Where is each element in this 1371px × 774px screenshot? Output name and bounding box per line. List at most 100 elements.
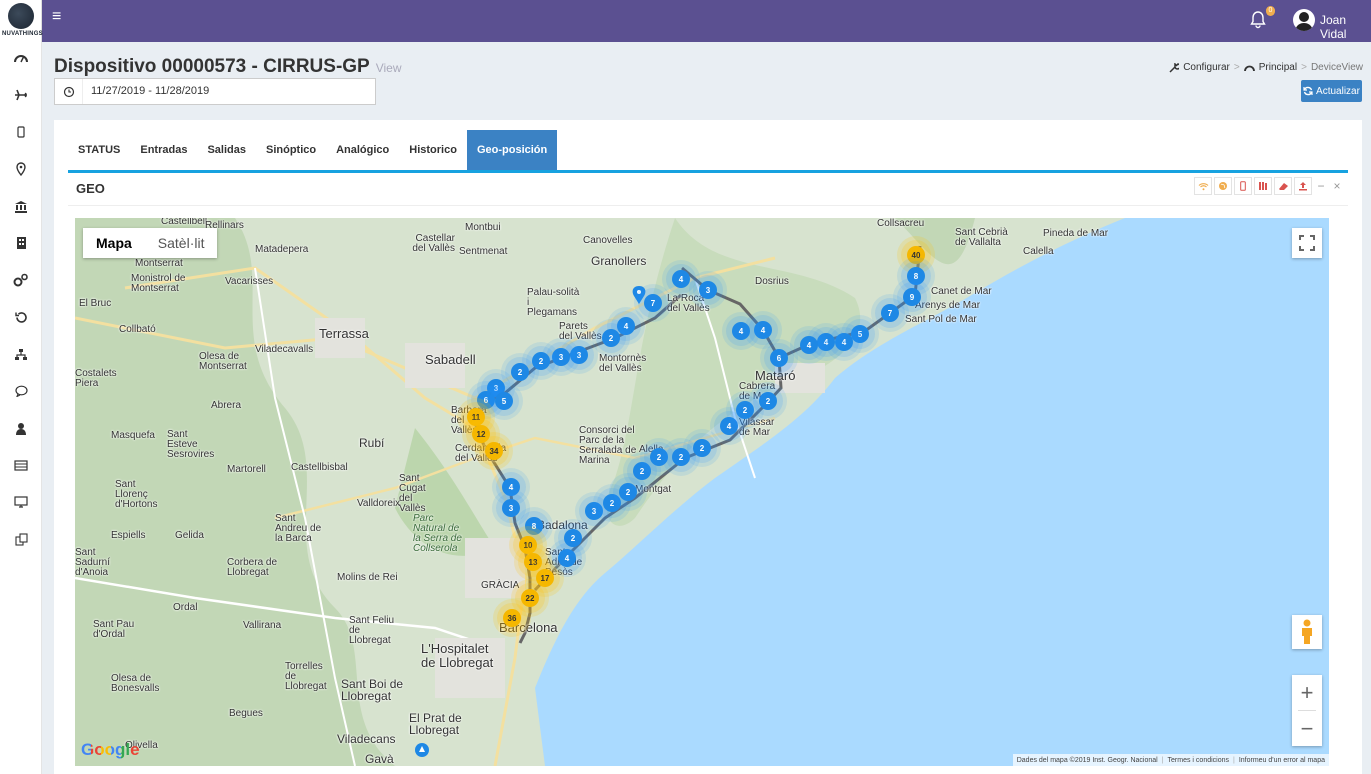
clock-icon bbox=[55, 79, 83, 104]
cluster-count: 2 bbox=[602, 329, 620, 347]
tab-bar: STATUS Entradas Salidas Sinóptico Analóg… bbox=[68, 130, 558, 170]
copy-icon[interactable] bbox=[11, 529, 31, 549]
logo-mark bbox=[8, 3, 34, 29]
table-icon[interactable] bbox=[11, 455, 31, 475]
tab-analogico[interactable]: Analógico bbox=[326, 130, 399, 170]
cluster-count: 6 bbox=[770, 349, 788, 367]
cluster-count: 2 bbox=[619, 483, 637, 501]
cluster-marker[interactable]: 2 bbox=[558, 523, 588, 553]
sitemap-icon[interactable] bbox=[11, 344, 31, 364]
sidebar bbox=[0, 42, 42, 774]
user-avatar[interactable] bbox=[1293, 9, 1315, 31]
minimize-icon[interactable]: − bbox=[1314, 177, 1328, 195]
tab-historico[interactable]: Historico bbox=[399, 130, 467, 170]
cluster-count: 2 bbox=[511, 363, 529, 381]
cluster-marker[interactable]: 4 bbox=[794, 330, 824, 360]
bank-icon[interactable] bbox=[11, 196, 31, 216]
cluster-count: 4 bbox=[800, 336, 818, 354]
tab-sinoptico[interactable]: Sinóptico bbox=[256, 130, 326, 170]
breadcrumb-separator: > bbox=[1233, 62, 1240, 73]
upload-icon[interactable] bbox=[1294, 177, 1312, 195]
map-marker-icon[interactable] bbox=[11, 159, 31, 179]
wrench-icon bbox=[1169, 62, 1180, 73]
cluster-count: 3 bbox=[502, 499, 520, 517]
cluster-count: 4 bbox=[754, 321, 772, 339]
cluster-count: 2 bbox=[736, 401, 754, 419]
history-icon[interactable] bbox=[11, 307, 31, 327]
refresh-icon bbox=[1303, 86, 1313, 96]
top-navbar: NUVATHINGS ≡ 0 Joan Vidal bbox=[0, 0, 1371, 42]
date-range-picker[interactable]: 11/27/2019 - 11/28/2019 bbox=[54, 78, 376, 105]
building-icon[interactable] bbox=[11, 233, 31, 253]
cluster-marker[interactable]: 2 bbox=[753, 386, 783, 416]
breadcrumb-principal[interactable]: Principal bbox=[1259, 62, 1297, 73]
geo-map[interactable]: Castellbell Rellinars Montbui Canovelles… bbox=[75, 218, 1329, 766]
cluster-marker[interactable]: 2 bbox=[687, 433, 717, 463]
cogs-icon[interactable] bbox=[11, 270, 31, 290]
cluster-count: 4 bbox=[732, 322, 750, 340]
cluster-count: 2 bbox=[759, 392, 777, 410]
cluster-marker[interactable]: 3 bbox=[693, 275, 723, 305]
breadcrumb-separator: > bbox=[1301, 62, 1307, 73]
cluster-marker[interactable]: 6 bbox=[764, 343, 794, 373]
tab-status[interactable]: STATUS bbox=[68, 130, 130, 170]
notification-badge: 0 bbox=[1266, 6, 1275, 16]
page-title: Dispositivo 00000573 - CIRRUS-GP View bbox=[54, 56, 402, 78]
cluster-layer: 40 8 9 7 5 4 4 4 4 6 4 3 4 7 4 2 3 3 2 2 3 6 5 11 12 34 4 3 8 10 13 17 2… bbox=[75, 218, 1329, 766]
mobile-icon[interactable] bbox=[11, 122, 31, 142]
close-icon[interactable]: × bbox=[1330, 177, 1344, 195]
cluster-marker[interactable]: 2 bbox=[596, 323, 626, 353]
cluster-marker[interactable]: 4 bbox=[666, 264, 696, 294]
comment-icon[interactable] bbox=[11, 381, 31, 401]
cluster-marker[interactable]: 36 bbox=[497, 603, 527, 633]
desktop-icon[interactable] bbox=[11, 492, 31, 512]
cluster-marker[interactable]: 5 bbox=[489, 386, 519, 416]
brand-logo[interactable]: NUVATHINGS bbox=[0, 0, 43, 42]
logo-text: NUVATHINGS bbox=[2, 31, 43, 37]
menu-toggle-icon[interactable]: ≡ bbox=[52, 8, 61, 26]
book-icon[interactable] bbox=[1254, 177, 1272, 195]
cluster-count: 7 bbox=[881, 304, 899, 322]
tab-salidas[interactable]: Salidas bbox=[197, 130, 256, 170]
refresh-button[interactable]: Actualizar bbox=[1301, 80, 1362, 102]
cluster-count: 2 bbox=[532, 352, 550, 370]
mobile-icon[interactable] bbox=[1234, 177, 1252, 195]
wifi-icon[interactable] bbox=[1194, 177, 1212, 195]
dashboard-icon[interactable] bbox=[11, 48, 31, 68]
date-range-value[interactable]: 11/27/2019 - 11/28/2019 bbox=[91, 85, 209, 97]
tab-underline bbox=[68, 170, 1348, 173]
plane-icon[interactable] bbox=[11, 85, 31, 105]
user-name[interactable]: Joan Vidal bbox=[1320, 13, 1371, 41]
cluster-count: 7 bbox=[644, 294, 662, 312]
cluster-marker[interactable]: 34 bbox=[479, 436, 509, 466]
geo-section-title: GEO bbox=[76, 181, 105, 196]
cluster-count: 2 bbox=[693, 439, 711, 457]
globe-icon[interactable] bbox=[1214, 177, 1232, 195]
page-subtitle: View bbox=[375, 61, 402, 75]
eraser-icon[interactable] bbox=[1274, 177, 1292, 195]
cluster-count: 5 bbox=[495, 392, 513, 410]
breadcrumb-current: DeviceView bbox=[1310, 62, 1363, 73]
cluster-count: 4 bbox=[672, 270, 690, 288]
breadcrumb: Configurar > Principal > DeviceView bbox=[1169, 62, 1363, 73]
cluster-count: 36 bbox=[503, 609, 521, 627]
device-panel: STATUS Entradas Salidas Sinóptico Analóg… bbox=[54, 120, 1362, 774]
cluster-count: 17 bbox=[536, 569, 554, 587]
cluster-count: 3 bbox=[699, 281, 717, 299]
cluster-marker[interactable]: 4 bbox=[726, 316, 756, 346]
refresh-label: Actualizar bbox=[1316, 85, 1360, 97]
device-title: Dispositivo 00000573 - CIRRUS-GP bbox=[54, 56, 370, 77]
user-icon[interactable] bbox=[11, 418, 31, 438]
breadcrumb-configurar[interactable]: Configurar bbox=[1183, 62, 1230, 73]
cluster-marker[interactable]: 7 bbox=[638, 288, 668, 318]
bell-icon[interactable] bbox=[1250, 11, 1266, 29]
cluster-count: 9 bbox=[903, 288, 921, 306]
cluster-count: 2 bbox=[564, 529, 582, 547]
cluster-count: 22 bbox=[521, 589, 539, 607]
header-divider bbox=[68, 205, 1348, 206]
tab-geo-posicion[interactable]: Geo-posición bbox=[466, 130, 558, 170]
dashboard-icon bbox=[1243, 65, 1255, 72]
tab-entradas[interactable]: Entradas bbox=[130, 130, 197, 170]
geo-toolbar: − × bbox=[1194, 177, 1344, 195]
cluster-marker[interactable]: 7 bbox=[875, 298, 905, 328]
